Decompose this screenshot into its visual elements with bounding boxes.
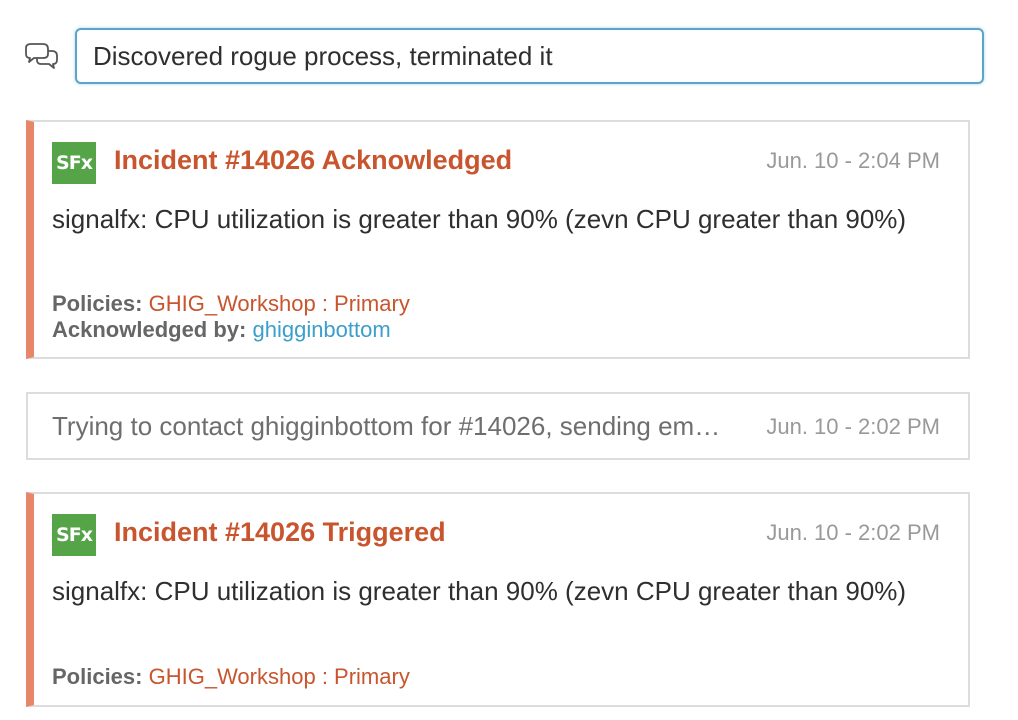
policies-line: Policies: GHIG_Workshop : Primary [52, 664, 940, 690]
signalfx-logo-icon: SFx [52, 514, 96, 556]
acknowledged-by-line: Acknowledged by: ghigginbottom [52, 317, 940, 343]
policies-line: Policies: GHIG_Workshop : Primary [52, 291, 940, 317]
entry-timestamp: Jun. 10 - 2:04 PM [766, 148, 940, 173]
chat-bubbles-icon [22, 42, 62, 74]
incident-description: signalfx: CPU utilization is greater tha… [52, 576, 907, 606]
incident-description: signalfx: CPU utilization is greater tha… [52, 204, 907, 234]
entry-header: SFx Incident #14026 Triggered Jun. 10 - … [52, 514, 940, 558]
incident-meta: Policies: GHIG_Workshop : Primary [52, 664, 940, 690]
signalfx-logo-icon: SFx [52, 142, 96, 184]
incident-title[interactable]: Incident #14026 Acknowledged [114, 145, 512, 176]
add-note-row [22, 28, 986, 88]
timeline-entry-acknowledged: SFx Incident #14026 Acknowledged Jun. 10… [26, 120, 970, 359]
incident-timeline: SFx Incident #14026 Acknowledged Jun. 10… [0, 0, 1018, 720]
entry-header: SFx Incident #14026 Acknowledged Jun. 10… [52, 142, 940, 186]
policy-link[interactable]: GHIG_Workshop : Primary [149, 291, 410, 316]
acknowledged-by-label: Acknowledged by: [52, 317, 247, 342]
entry-timestamp: Jun. 10 - 2:02 PM [766, 520, 940, 545]
policy-link[interactable]: GHIG_Workshop : Primary [149, 664, 410, 689]
timeline-entry-triggered: SFx Incident #14026 Triggered Jun. 10 - … [26, 492, 970, 707]
incident-title[interactable]: Incident #14026 Triggered [114, 517, 446, 548]
timeline-entry-notification[interactable]: Trying to contact ghigginbottom for #140… [26, 392, 970, 460]
incident-meta: Policies: GHIG_Workshop : Primary Acknow… [52, 291, 940, 343]
user-link[interactable]: ghigginbottom [252, 317, 390, 342]
notification-summary: Trying to contact ghigginbottom for #140… [52, 411, 722, 441]
policies-label: Policies: [52, 291, 143, 316]
entry-timestamp: Jun. 10 - 2:02 PM [766, 414, 940, 439]
policies-label: Policies: [52, 664, 143, 689]
add-note-input[interactable] [75, 28, 984, 84]
